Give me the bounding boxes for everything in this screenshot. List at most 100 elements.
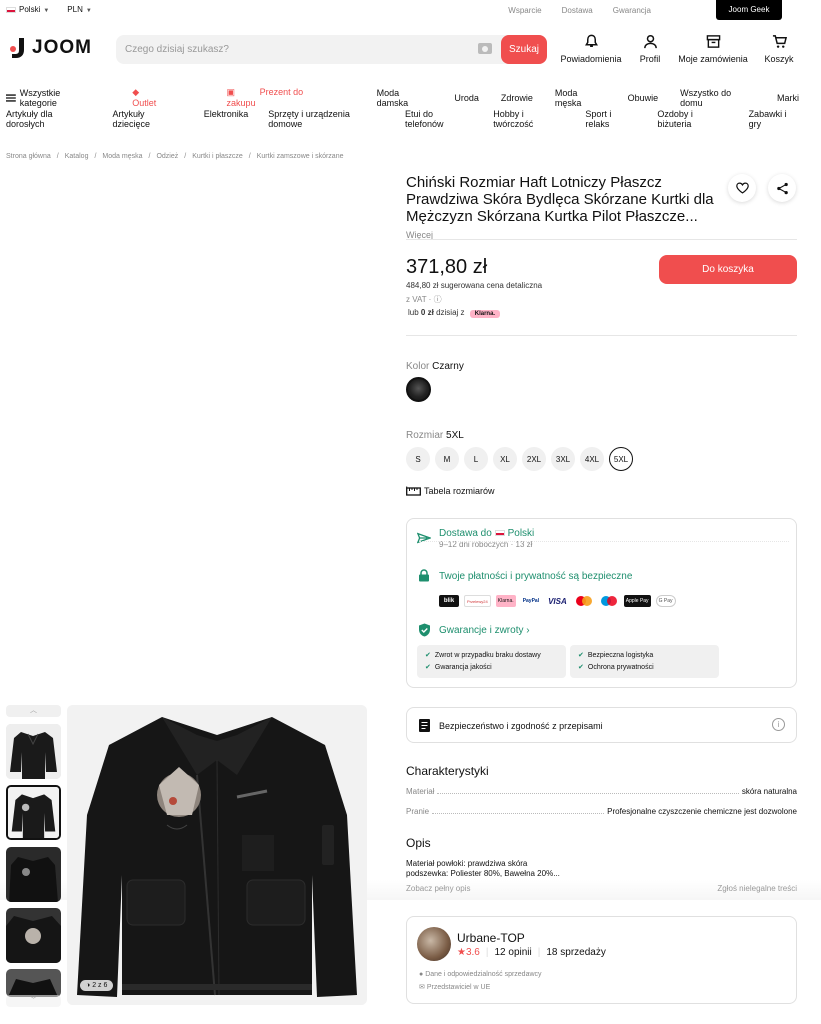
description-line: Materiał powłoki: prawdziwa skóra <box>406 859 528 868</box>
nav-item[interactable]: Artykuły dziecięce <box>113 109 184 129</box>
chevron-right-icon: › <box>526 625 530 636</box>
size-table-link[interactable]: Tabela rozmiarów <box>406 486 495 496</box>
profile-button[interactable]: Profil <box>627 34 673 64</box>
eu-representative-label: Przedstawiciel w UE <box>426 984 491 991</box>
favorite-button[interactable] <box>728 174 756 202</box>
size-option[interactable]: 4XL <box>580 447 604 471</box>
suggested-price: 484,80 zł sugerowana cena detaliczna <box>406 281 543 290</box>
orders-label: Moje zamówienia <box>678 54 748 64</box>
thumbnail[interactable] <box>6 847 61 902</box>
delivery-title[interactable]: Dostawa do Polski <box>439 528 534 539</box>
nav-item[interactable]: Sport i relaks <box>585 109 637 129</box>
all-categories-button[interactable]: Wszystkie kategorie <box>6 88 120 108</box>
color-swatch-black[interactable] <box>406 377 431 402</box>
share-button[interactable] <box>768 174 796 202</box>
size-option[interactable]: M <box>435 447 459 471</box>
mail-icon: ✉ <box>419 984 425 991</box>
delivery-link[interactable]: Dostawa <box>562 6 593 15</box>
size-option[interactable]: 2XL <box>522 447 546 471</box>
currency-selector[interactable]: PLN ▼ <box>67 5 92 14</box>
info-icon[interactable]: i <box>772 718 785 731</box>
klarna-badge[interactable]: Klarna. <box>469 310 501 318</box>
thumbnail-up-button[interactable]: ︿ <box>6 705 61 717</box>
size-table-label: Tabela rozmiarów <box>424 486 495 496</box>
size-option-selected[interactable]: 5XL <box>609 447 633 471</box>
nav-item[interactable]: Artykuły dla dorosłych <box>6 109 93 129</box>
report-content-link[interactable]: Zgłoś nielegalne treści <box>717 884 797 893</box>
safety-compliance-row[interactable]: Bezpieczeństwo i zgodność z przepisami i <box>406 707 797 743</box>
seller-info-link[interactable]: ● Dane i odpowiedzialność sprzedawcy <box>419 971 542 978</box>
payment-methods: blik Przelewy24 Klarna. PayPal VISA Appl… <box>439 595 676 607</box>
search-button[interactable]: Szukaj <box>501 35 547 64</box>
guarantee-item-label: Ochrona prywatności <box>587 664 654 671</box>
add-to-cart-button[interactable]: Do koszyka <box>659 255 797 284</box>
nav-item[interactable]: Ozdoby i biżuteria <box>657 109 728 129</box>
joom-geek-button[interactable]: Joom Geek <box>716 0 782 20</box>
nav-item[interactable]: Zabawki i gry <box>749 109 801 129</box>
nav-item[interactable]: Zdrowie <box>501 93 533 103</box>
breadcrumb-separator: / <box>148 153 151 160</box>
nav-item[interactable]: Sprzęty i urządzenia domowe <box>268 109 385 129</box>
guarantee-link[interactable]: Gwarancja <box>613 6 651 15</box>
guarantee-item: ✔ Gwarancja jakości <box>425 662 558 674</box>
outlet-label: Outlet <box>132 98 157 108</box>
all-categories-label: Wszystkie kategorie <box>19 87 61 108</box>
breadcrumb-item[interactable]: Katalog <box>65 153 89 160</box>
cart-button[interactable]: Koszyk <box>753 34 805 64</box>
breadcrumb-item[interactable]: Kurtki zamszowe i skórzane <box>257 153 344 160</box>
nav-item[interactable]: Marki <box>777 93 799 103</box>
spec-dots <box>432 813 605 814</box>
support-link[interactable]: Wsparcie <box>508 6 541 15</box>
seller-card[interactable]: Urbane-TOP ★3.6 | 12 opinii | 18 sprzeda… <box>406 916 797 1004</box>
product-main-image[interactable] <box>67 705 367 1005</box>
thumbnail[interactable] <box>6 969 61 997</box>
leather-jacket-image <box>67 705 367 1005</box>
ruler-icon <box>406 486 421 496</box>
size-option[interactable]: XL <box>493 447 517 471</box>
size-option[interactable]: S <box>406 447 430 471</box>
bell-icon <box>584 34 598 47</box>
nav-item[interactable]: Obuwie <box>628 93 659 103</box>
info-icon[interactable]: ⓘ <box>434 295 442 304</box>
camera-icon[interactable] <box>478 43 492 54</box>
nav-item[interactable]: Hobby i twórczość <box>493 109 565 129</box>
image-counter-text: 2 z 6 <box>92 982 108 989</box>
header-icons: Powiadomienia Profil Moje zamówienia Kos… <box>555 34 805 64</box>
secure-payments-title[interactable]: Twoje płatności i prywatność są bezpiecz… <box>439 571 632 582</box>
breadcrumb-item[interactable]: Strona główna <box>6 153 51 160</box>
search-bar: Czego dzisiaj szukasz? Szukaj <box>116 35 547 64</box>
notifications-button[interactable]: Powiadomienia <box>555 34 627 64</box>
full-description-link[interactable]: Zobacz pełny opis <box>406 884 470 893</box>
spec-key: Materiał <box>406 787 435 796</box>
thumbnail-down-button[interactable]: ﹀ <box>6 995 61 1007</box>
jacket-thumbnail-image <box>6 724 61 779</box>
google-pay-icon: G Pay <box>655 595 676 607</box>
language-selector[interactable]: Polski ▼ <box>6 5 49 14</box>
nav-item[interactable]: Wszystko do domu <box>680 88 755 108</box>
search-input[interactable]: Czego dzisiaj szukasz? <box>125 44 229 55</box>
gift-link[interactable]: ▣ Prezent do zakupu <box>227 87 355 108</box>
specs-title: Charakterystyki <box>406 764 489 778</box>
breadcrumb-item[interactable]: Odzież <box>156 153 178 160</box>
currency-label: PLN <box>67 5 83 14</box>
outlet-link[interactable]: ◆ Outlet <box>132 87 208 108</box>
mastercard-circle <box>581 596 592 606</box>
breadcrumb-item[interactable]: Moda męska <box>102 153 142 160</box>
thumbnail[interactable] <box>6 908 61 963</box>
size-option[interactable]: L <box>464 447 488 471</box>
joom-logo[interactable]: JOOM <box>10 37 92 59</box>
thumbnail-selected[interactable] <box>6 785 61 840</box>
guarantee-link[interactable]: Gwarancje i zwroty › <box>439 625 530 636</box>
nav-item[interactable]: Uroda <box>454 93 479 103</box>
paypal-icon: PayPal <box>522 598 540 604</box>
nav-item[interactable]: Elektronika <box>204 109 249 129</box>
thumbnail[interactable] <box>6 724 61 779</box>
orders-button[interactable]: Moje zamówienia <box>673 34 753 64</box>
breadcrumb-item[interactable]: Kurtki i płaszcze <box>192 153 243 160</box>
nav-item[interactable]: Etui do telefonów <box>405 109 473 129</box>
nav-item[interactable]: Moda męska <box>555 88 606 108</box>
nav-item[interactable]: Moda damska <box>377 88 433 108</box>
eu-representative-link[interactable]: ✉ Przedstawiciel w UE <box>419 983 490 991</box>
seller-sales: 18 sprzedaży <box>546 947 606 958</box>
size-option[interactable]: 3XL <box>551 447 575 471</box>
